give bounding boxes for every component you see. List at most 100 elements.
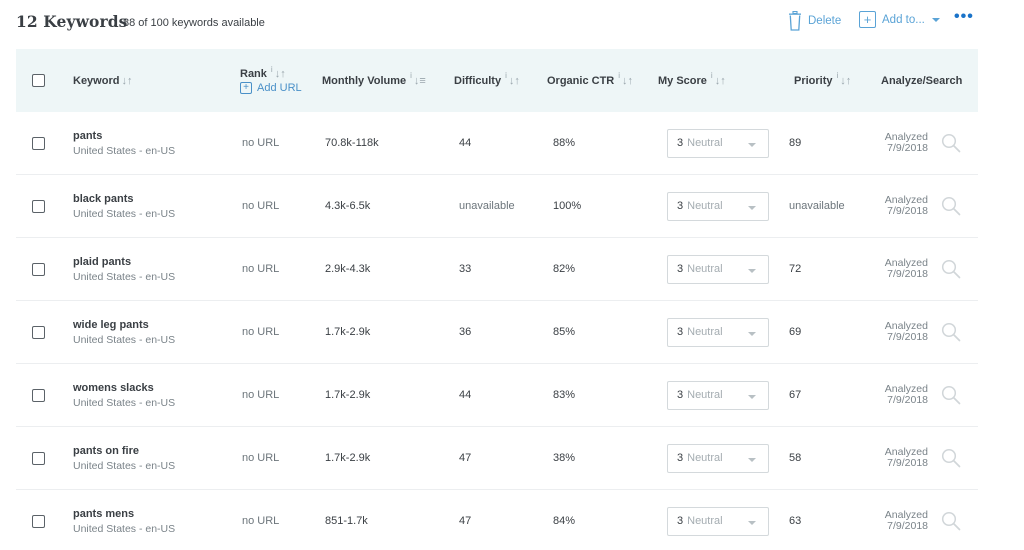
info-icon: i	[836, 71, 839, 80]
search-button[interactable]	[941, 112, 961, 174]
difficulty-cell: 33	[459, 263, 472, 275]
row-checkbox[interactable]	[32, 514, 45, 528]
ctr-cell: 100%	[553, 200, 582, 212]
keyword-location: United States - en-US	[73, 207, 176, 220]
header-rank-title[interactable]: Rank i ↓↑	[240, 65, 286, 80]
analyzed-status: Analyzed 7/9/2018	[864, 364, 928, 426]
volume-cell: 851-1.7k	[325, 515, 368, 527]
row-select-cell	[32, 238, 45, 300]
volume-cell: 70.8k-118k	[325, 137, 379, 149]
score-label: Neutral	[687, 452, 723, 464]
volume-cell: 1.7k-2.9k	[325, 326, 371, 338]
ctr-cell: 82%	[553, 263, 576, 275]
select-all-checkbox[interactable]	[32, 74, 45, 87]
table-row: black pants United States - en-US no URL…	[16, 175, 978, 238]
rank-cell: no URL	[242, 452, 280, 464]
header-priority[interactable]: Priority i ↓↑	[794, 49, 851, 112]
keyword-location: United States - en-US	[73, 396, 176, 409]
score-label: Neutral	[687, 263, 723, 275]
sort-icon: ↓↑	[508, 74, 520, 87]
row-checkbox[interactable]	[32, 325, 45, 339]
search-button[interactable]	[941, 175, 961, 237]
keyword-text[interactable]: pants mens	[73, 508, 134, 520]
keyword-text[interactable]: wide leg pants	[73, 319, 149, 331]
score-value: 3	[677, 263, 684, 275]
search-button[interactable]	[941, 301, 961, 363]
keyword-location: United States - en-US	[73, 333, 176, 346]
my-score-select[interactable]: 3 Neutral	[667, 506, 769, 536]
keyword-cell: pants United States - en-US	[73, 112, 175, 174]
keyword-cell: womens slacks United States - en-US	[73, 364, 175, 426]
search-button[interactable]	[941, 364, 961, 426]
score-label: Neutral	[687, 326, 723, 338]
sort-active-icon: ↓≡	[413, 74, 426, 87]
add-url-button[interactable]: + Add URL	[240, 81, 302, 94]
keyword-cell: black pants United States - en-US	[73, 175, 175, 237]
keyword-location: United States - en-US	[73, 270, 176, 283]
delete-button[interactable]: Delete	[788, 11, 841, 31]
keyword-text[interactable]: black pants	[73, 193, 134, 205]
header-score-label: My Score	[658, 74, 707, 87]
search-button[interactable]	[941, 427, 961, 489]
chevron-down-icon	[748, 520, 756, 525]
header-ctr-label: Organic CTR	[547, 74, 615, 87]
score-cell: 3 Neutral	[667, 175, 769, 237]
my-score-select[interactable]: 3 Neutral	[667, 380, 769, 410]
keyword-text[interactable]: plaid pants	[73, 256, 131, 268]
difficulty-cell: 44	[459, 389, 472, 401]
analyzed-date: 7/9/2018	[887, 142, 928, 154]
keyword-text[interactable]: pants	[73, 130, 102, 142]
analyzed-status: Analyzed 7/9/2018	[864, 238, 928, 300]
analyzed-status: Analyzed 7/9/2018	[864, 490, 928, 550]
add-to-dropdown[interactable]: + Add to...	[859, 11, 940, 28]
header-organic-ctr[interactable]: Organic CTR i ↓↑	[547, 49, 633, 112]
difficulty-cell: 47	[459, 452, 472, 464]
score-label: Neutral	[687, 515, 723, 527]
search-button[interactable]	[941, 238, 961, 300]
score-cell: 3 Neutral	[667, 427, 769, 489]
keyword-cell: plaid pants United States - en-US	[73, 238, 175, 300]
row-checkbox[interactable]	[32, 199, 45, 213]
ctr-cell: 84%	[553, 515, 576, 527]
row-checkbox[interactable]	[32, 388, 45, 402]
volume-cell: 2.9k-4.3k	[325, 263, 371, 275]
search-icon	[941, 322, 961, 342]
volume-cell: 1.7k-2.9k	[325, 452, 371, 464]
score-cell: 3 Neutral	[667, 301, 769, 363]
table-row: pants on fire United States - en-US no U…	[16, 427, 978, 490]
plus-square-icon: +	[859, 11, 876, 28]
score-value: 3	[677, 389, 684, 401]
search-button[interactable]	[941, 490, 961, 550]
header-my-score[interactable]: My Score i ↓↑	[658, 49, 726, 112]
priority-cell: 67	[789, 389, 802, 401]
table-row: wide leg pants United States - en-US no …	[16, 301, 978, 364]
my-score-select[interactable]: 3 Neutral	[667, 317, 769, 347]
row-select-cell	[32, 427, 45, 489]
table-row: pants mens United States - en-US no URL …	[16, 490, 978, 550]
more-dots-icon[interactable]: •••	[954, 8, 974, 26]
priority-cell: 89	[789, 137, 802, 149]
header-difficulty[interactable]: Difficulty i ↓↑	[454, 49, 520, 112]
keyword-location: United States - en-US	[73, 522, 176, 535]
row-checkbox[interactable]	[32, 262, 45, 276]
header-monthly-volume[interactable]: Monthly Volume i ↓≡	[322, 49, 426, 112]
score-value: 3	[677, 137, 684, 149]
row-checkbox[interactable]	[32, 451, 45, 465]
trash-icon	[789, 11, 801, 31]
priority-cell: 58	[789, 452, 802, 464]
row-checkbox[interactable]	[32, 136, 45, 150]
search-icon	[941, 259, 961, 279]
header-volume-label: Monthly Volume	[322, 74, 407, 87]
search-icon	[941, 448, 961, 468]
my-score-select[interactable]: 3 Neutral	[667, 191, 769, 221]
keyword-text[interactable]: womens slacks	[73, 382, 154, 394]
my-score-select[interactable]: 3 Neutral	[667, 254, 769, 284]
header-keyword[interactable]: Keyword ↓↑	[73, 49, 132, 112]
keyword-text[interactable]: pants on fire	[73, 445, 139, 457]
my-score-select[interactable]: 3 Neutral	[667, 128, 769, 158]
rank-cell: no URL	[242, 200, 280, 212]
my-score-select[interactable]: 3 Neutral	[667, 443, 769, 473]
chevron-down-icon	[748, 331, 756, 336]
ctr-cell: 38%	[553, 452, 576, 464]
priority-cell: unavailable	[789, 200, 845, 212]
